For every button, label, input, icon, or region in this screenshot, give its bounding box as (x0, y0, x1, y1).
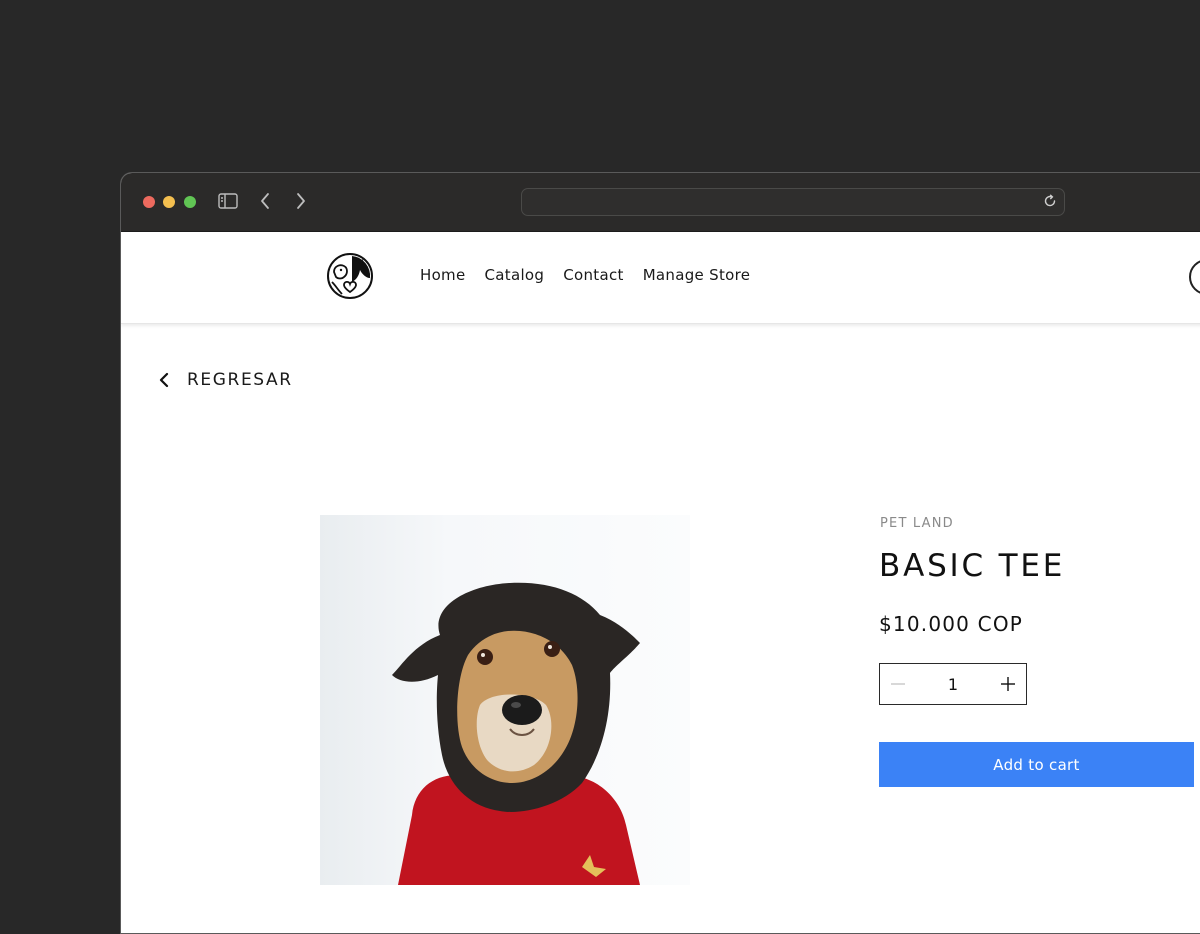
product-image[interactable] (320, 515, 690, 885)
decrease-quantity-button[interactable] (880, 664, 916, 704)
nav-catalog[interactable]: Catalog (485, 266, 545, 284)
back-link[interactable]: REGRESAR (157, 370, 293, 390)
web-page: Home Catalog Contact Manage Store REGRES… (121, 232, 1200, 933)
plus-icon (1001, 677, 1015, 691)
chevron-right-icon[interactable] (290, 190, 312, 212)
account-icon[interactable] (1189, 259, 1200, 295)
nav-contact[interactable]: Contact (563, 266, 623, 284)
main-nav: Home Catalog Contact Manage Store (420, 266, 750, 284)
quantity-stepper (879, 663, 1027, 705)
store-logo[interactable] (326, 252, 374, 300)
site-header: Home Catalog Contact Manage Store (121, 232, 1200, 324)
chevron-left-icon (157, 372, 173, 388)
product-title: BASIC TEE (879, 548, 1066, 584)
reload-icon[interactable] (1042, 193, 1058, 209)
nav-home[interactable]: Home (420, 266, 466, 284)
back-link-label: REGRESAR (187, 370, 293, 390)
nav-manage-store[interactable]: Manage Store (643, 266, 751, 284)
add-to-cart-button[interactable]: Add to cart (879, 742, 1194, 787)
quantity-input[interactable] (916, 664, 990, 704)
product-price: $10.000 COP (879, 612, 1024, 636)
address-bar[interactable] (521, 188, 1065, 216)
product-vendor: PET LAND (880, 516, 954, 531)
chevron-left-icon[interactable] (254, 190, 276, 212)
minus-icon (891, 683, 905, 685)
minimize-window-button[interactable] (163, 196, 175, 208)
zoom-window-button[interactable] (184, 196, 196, 208)
browser-titlebar (121, 173, 1200, 232)
browser-window: Home Catalog Contact Manage Store REGRES… (120, 172, 1200, 934)
close-window-button[interactable] (143, 196, 155, 208)
increase-quantity-button[interactable] (990, 664, 1026, 704)
sidebar-icon[interactable] (217, 190, 239, 212)
